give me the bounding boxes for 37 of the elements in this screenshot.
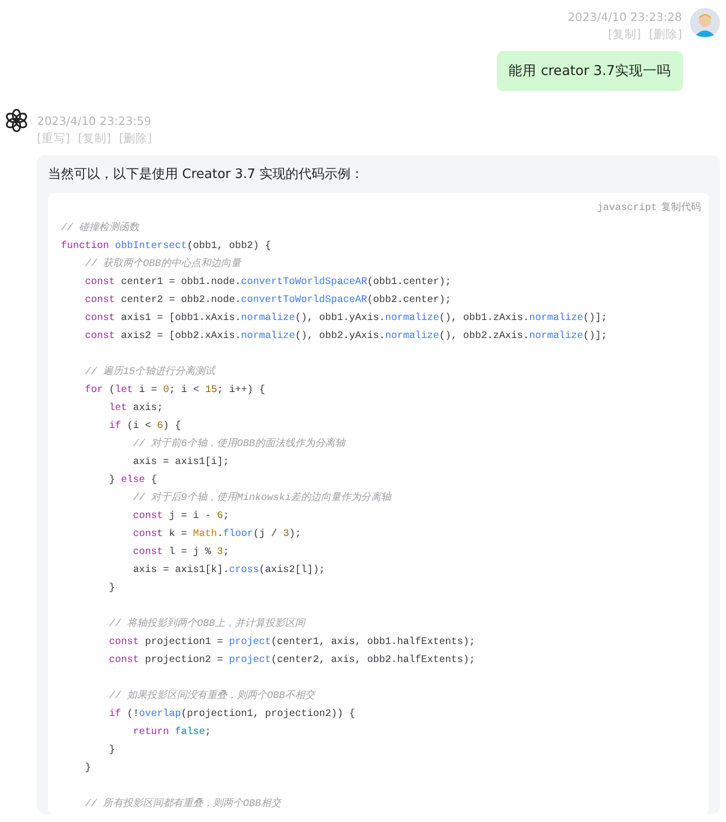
code-line: // 碰撞检测函数 — [61, 220, 141, 236]
copy-code-button[interactable]: 复制代码 — [661, 200, 701, 216]
code-line: // 对于后9个轴，使用Minkowski差的边向量作为分离轴 — [132, 490, 393, 506]
code-line: // 将轴投影到两个OBB上，并计算投影区间 — [108, 616, 307, 632]
code-line: function obbIntersect(obb1, obb2) { — [61, 240, 272, 254]
code-line: // 所有投影区间都有重叠，则两个OBB相交 — [84, 796, 283, 812]
code-line: } — [84, 762, 92, 776]
code-line: const k = Math.floor(j / 3); — [132, 528, 302, 542]
code-line: if (!overlap(projection1, projection2)) { — [108, 708, 356, 722]
code-line: const projection1 = project(center1, axis, obb1.halfExtents); — [108, 636, 476, 650]
code-line: return false; — [132, 726, 212, 740]
code-line: // 对于前6个轴，使用OBB的面法线作为分离轴 — [132, 436, 347, 452]
timestamp: 2023/4/10 23:23:59 — [37, 113, 152, 130]
code-line: const projection2 = project(center2, axis, obb2.halfExtents); — [108, 654, 476, 668]
code-line: } else { — [108, 474, 158, 488]
code-line: const center1 = obb1.node.convertToWorldSpaceAR(obb1.center); — [84, 276, 452, 290]
code-line: axis = axis1[i]; — [132, 456, 230, 470]
code-line: const axis1 = [obb1.xAxis.normalize(), obb1.yAxis.normalize(), obb1.zAxis.normalize()]; — [84, 312, 608, 326]
code-line: // 遍历15个轴进行分离测试 — [84, 364, 217, 380]
code-line: let axis; — [108, 402, 164, 416]
answer-text: 当然可以，以下是使用 Creator 3.7 实现的代码示例： — [48, 166, 365, 184]
code-line: if (i < 6) { — [108, 420, 182, 434]
code-line: // 如果投影区间没有重叠，则两个OBB不相交 — [108, 688, 317, 704]
code-line: const l = j % 3; — [132, 546, 230, 560]
code-line: for (let i = 0; i < 15; i++) { — [84, 384, 266, 398]
code-line: axis = axis1[k].cross(axis2[l]); — [132, 564, 326, 578]
code-line: const j = i - 6; — [132, 510, 230, 524]
code-line: const axis2 = [obb2.xAxis.normalize(), obb2.yAxis.normalize(), obb2.zAxis.normalize()]; — [84, 330, 608, 344]
timestamp: 2023/4/10 23:23:28 — [568, 9, 682, 26]
code-line: } — [108, 582, 116, 596]
code-line: // 获取两个OBB的中心点和边向量 — [84, 256, 243, 272]
code-line: } — [108, 744, 116, 758]
code-line: const center2 = obb2.node.convertToWorldSpaceAR(obb2.center); — [84, 294, 452, 308]
knot-logo-icon — [4, 108, 29, 134]
language-label: javascript — [596, 202, 657, 216]
user-message-bubble: 能用 creator 3.7实现一吗 — [496, 51, 683, 92]
avatar-icon — [690, 8, 720, 38]
